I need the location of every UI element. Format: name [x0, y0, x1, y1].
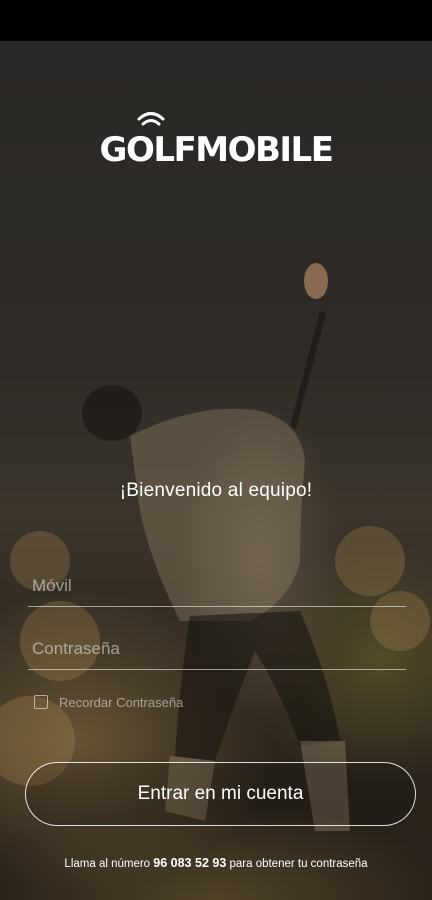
- status-bar: [0, 0, 432, 41]
- remember-checkbox[interactable]: [34, 695, 48, 709]
- login-button[interactable]: Entrar en mi cuenta: [25, 762, 416, 826]
- password-field[interactable]: [28, 629, 406, 670]
- password-input[interactable]: [28, 629, 406, 669]
- footer-text-before: Llama al número: [64, 858, 154, 870]
- remember-password-option[interactable]: Recordar Contraseña: [34, 692, 183, 712]
- phone-field[interactable]: [28, 566, 406, 607]
- footer-phone-number[interactable]: 96 083 52 93: [153, 856, 226, 870]
- welcome-heading: ¡Bienvenido al equipo!: [119, 480, 313, 501]
- wifi-icon: [137, 112, 165, 126]
- footer-text-after: para obtener tu contraseña: [226, 858, 368, 870]
- brand-wordmark: GOLFMOBILE: [100, 130, 333, 170]
- login-button-label: Entrar en mi cuenta: [137, 783, 304, 804]
- footer-help-text: Llama al número 96 083 52 93 para obtene…: [0, 856, 432, 870]
- remember-label[interactable]: Recordar Contraseña: [59, 695, 183, 710]
- phone-input[interactable]: [28, 566, 406, 606]
- golfmobile-logo: GOLFMOBILE: [0, 100, 432, 170]
